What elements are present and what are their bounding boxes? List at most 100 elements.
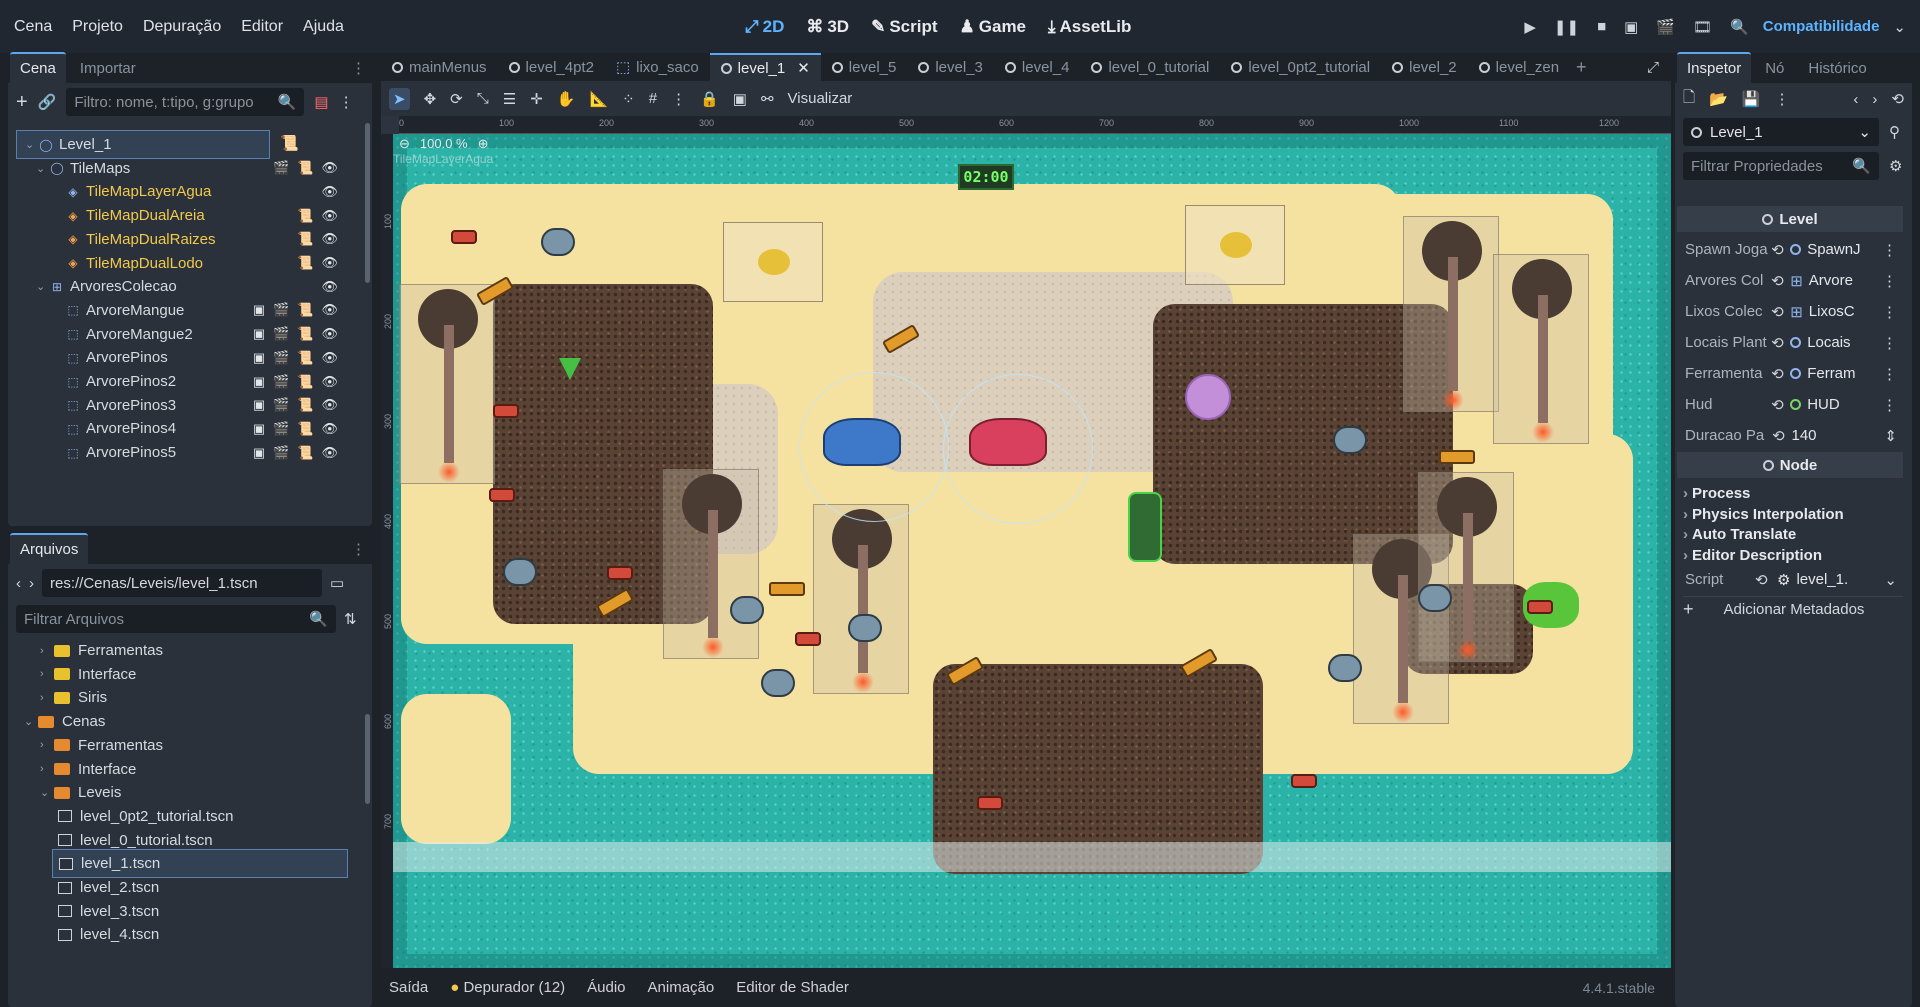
soda-can[interactable] xyxy=(451,230,477,244)
trash-bag[interactable] xyxy=(730,596,764,624)
zoom-level[interactable]: 100.0 % xyxy=(420,136,468,152)
spinner-icon[interactable]: ⇕ xyxy=(1884,427,1897,445)
revert-icon[interactable]: ⟲ xyxy=(1755,571,1777,589)
visibility-icon[interactable]: 👁 xyxy=(321,350,338,366)
soda-can[interactable] xyxy=(489,488,515,502)
scene-tab[interactable]: level_2 xyxy=(1381,53,1468,81)
filter-settings-icon[interactable]: ⚙ xyxy=(1889,157,1902,175)
ruler-tool-icon[interactable]: 📐 xyxy=(589,90,608,108)
clapper-icon[interactable]: 🎬 xyxy=(273,421,289,437)
trash-bag[interactable] xyxy=(541,228,575,256)
more-icon[interactable]: ⋮ xyxy=(1882,272,1897,290)
node-selector[interactable]: Level_1 ⌄ xyxy=(1683,118,1879,146)
scene-filter-input[interactable]: Filtro: nome, t:tipo, g:grupo 🔍 xyxy=(66,88,305,116)
expand-arrow-icon[interactable]: ⌄ xyxy=(40,786,54,799)
visibility-icon[interactable]: 👁 xyxy=(321,255,338,271)
script-icon[interactable]: 📜 xyxy=(297,397,313,413)
red-crab[interactable] xyxy=(969,418,1047,466)
snap-options-icon[interactable]: ⋮ xyxy=(671,90,686,108)
more-icon[interactable]: ⋮ xyxy=(1882,303,1897,321)
property-group[interactable]: › Process xyxy=(1683,485,1750,502)
more-icon[interactable]: ⋮ xyxy=(1882,365,1897,383)
trash-bag[interactable] xyxy=(1333,426,1367,454)
close-icon[interactable]: ✕ xyxy=(797,59,810,77)
scene-tab[interactable]: level_1 ✕ xyxy=(709,53,821,81)
more-icon[interactable]: ⋮ xyxy=(1774,90,1789,108)
tab-output[interactable]: Saída xyxy=(389,979,428,996)
script-icon[interactable]: 📜 xyxy=(297,231,313,247)
split-view-icon[interactable]: ▭ xyxy=(330,574,344,592)
soda-can[interactable] xyxy=(607,566,633,580)
property-filter-input[interactable]: Filtrar Propriedades 🔍 xyxy=(1683,152,1879,180)
scene-tab[interactable]: level_5 xyxy=(821,53,908,81)
revert-icon[interactable]: ⟲ xyxy=(1771,365,1790,383)
section-node[interactable]: Node xyxy=(1677,452,1903,478)
revert-icon[interactable]: ⟲ xyxy=(1772,427,1791,445)
rotate-tool-icon[interactable]: ⟳ xyxy=(450,90,463,108)
property-value[interactable]: Ferram xyxy=(1790,365,1882,382)
zoom-out-icon[interactable]: ⊖ xyxy=(399,136,410,152)
soda-can[interactable] xyxy=(977,796,1003,810)
lock-icon[interactable]: 🔒 xyxy=(700,90,719,108)
mangrove-tree[interactable] xyxy=(1403,216,1499,412)
grid-snap-icon[interactable]: # xyxy=(649,90,657,107)
clapper-icon[interactable]: 🎬 xyxy=(273,160,289,176)
visibility-icon[interactable]: 👁 xyxy=(321,279,338,295)
more-icon[interactable]: ⋮ xyxy=(1882,396,1897,414)
canvas-viewport[interactable]: 0 100 200 300 400 500 600 700 800 900 1000 1100 1200… xyxy=(381,116,1671,968)
run-button-icon[interactable]: 🎬 xyxy=(1656,18,1675,36)
trash-bag[interactable] xyxy=(1418,584,1452,612)
trash-bag[interactable] xyxy=(503,558,537,586)
visibility-icon[interactable]: 👁 xyxy=(321,231,338,247)
clapper-icon[interactable]: 🎬 xyxy=(273,302,289,318)
property-group[interactable]: › Physics Interpolation xyxy=(1683,506,1844,523)
object-icon[interactable]: ⚲ xyxy=(1889,123,1900,141)
tab-shader-editor[interactable]: Editor de Shader xyxy=(736,979,849,996)
property-value[interactable]: SpawnJ xyxy=(1790,241,1882,258)
run-button-icon[interactable]: ■ xyxy=(1597,18,1606,36)
chevron-down-icon[interactable]: ⌄ xyxy=(1884,571,1897,589)
clapper-icon[interactable]: 🎬 xyxy=(273,445,289,461)
dock-menu-icon[interactable]: ⋮ xyxy=(351,59,366,77)
player-character[interactable] xyxy=(1128,492,1162,562)
open-scene-icon[interactable]: ▣ xyxy=(253,374,265,390)
run-button-icon[interactable]: ▣ xyxy=(1624,18,1638,36)
file-filter-input[interactable]: Filtrar Arquivos 🔍 xyxy=(16,605,336,633)
soda-can[interactable] xyxy=(1527,600,1553,614)
history-forward-icon[interactable]: › xyxy=(1872,91,1877,108)
soda-can[interactable] xyxy=(1291,774,1317,788)
visibility-icon[interactable]: 👁 xyxy=(321,374,338,390)
planting-spot[interactable] xyxy=(1185,205,1285,285)
soda-can[interactable] xyxy=(795,632,821,646)
scene-node[interactable]: ⬚ ArvorePinos5 ▣ 🎬 📜 👁 xyxy=(16,438,356,467)
revert-icon[interactable]: ⟲ xyxy=(1771,334,1790,352)
group-icon[interactable]: ▣ xyxy=(733,90,747,108)
scene-tab[interactable]: level_0_tutorial xyxy=(1080,53,1220,81)
property-value[interactable]: ⊞ LixosC xyxy=(1790,303,1882,321)
tab-scene[interactable]: Cena xyxy=(10,52,66,83)
dock-menu-icon[interactable]: ⋮ xyxy=(351,540,366,558)
add-metadata-button[interactable]: + Adicionar Metadados xyxy=(1683,596,1903,622)
expand-arrow-icon[interactable]: ⌄ xyxy=(36,280,50,293)
scene-tab[interactable]: level_4 xyxy=(994,53,1081,81)
tab-files[interactable]: Arquivos xyxy=(10,533,89,564)
run-button-icon[interactable]: ❚❚ xyxy=(1554,18,1579,36)
expand-arrow-icon[interactable]: › xyxy=(40,645,54,657)
trash-bag[interactable] xyxy=(1328,654,1362,682)
scene-tab[interactable]: level_3 xyxy=(907,53,994,81)
script-icon[interactable]: 📜 xyxy=(297,350,313,366)
run-button-icon[interactable]: 🎞 xyxy=(1693,18,1712,36)
distraction-free-icon[interactable]: ⤢ xyxy=(1647,59,1659,76)
script-icon[interactable]: 📜 xyxy=(280,134,299,152)
menu-4[interactable]: Ajuda xyxy=(293,18,354,36)
mangrove-tree[interactable] xyxy=(663,469,759,659)
file-tree-scrollbar[interactable] xyxy=(365,714,370,804)
file-item[interactable]: level_4.tscn xyxy=(52,920,362,949)
history-icon[interactable]: ⟲ xyxy=(1891,90,1904,108)
path-field[interactable]: res://Cenas/Leveis/level_1.tscn xyxy=(42,569,322,597)
trash-bag[interactable] xyxy=(761,669,795,697)
level-map[interactable]: 02:00 ⊖ 100.0 % ⊕ TileMapLayerAgua xyxy=(393,134,1671,968)
menu-2[interactable]: Depuração xyxy=(133,18,231,36)
scene-tab[interactable]: level_4pt2 xyxy=(498,53,605,81)
visibility-icon[interactable]: 👁 xyxy=(321,397,338,413)
